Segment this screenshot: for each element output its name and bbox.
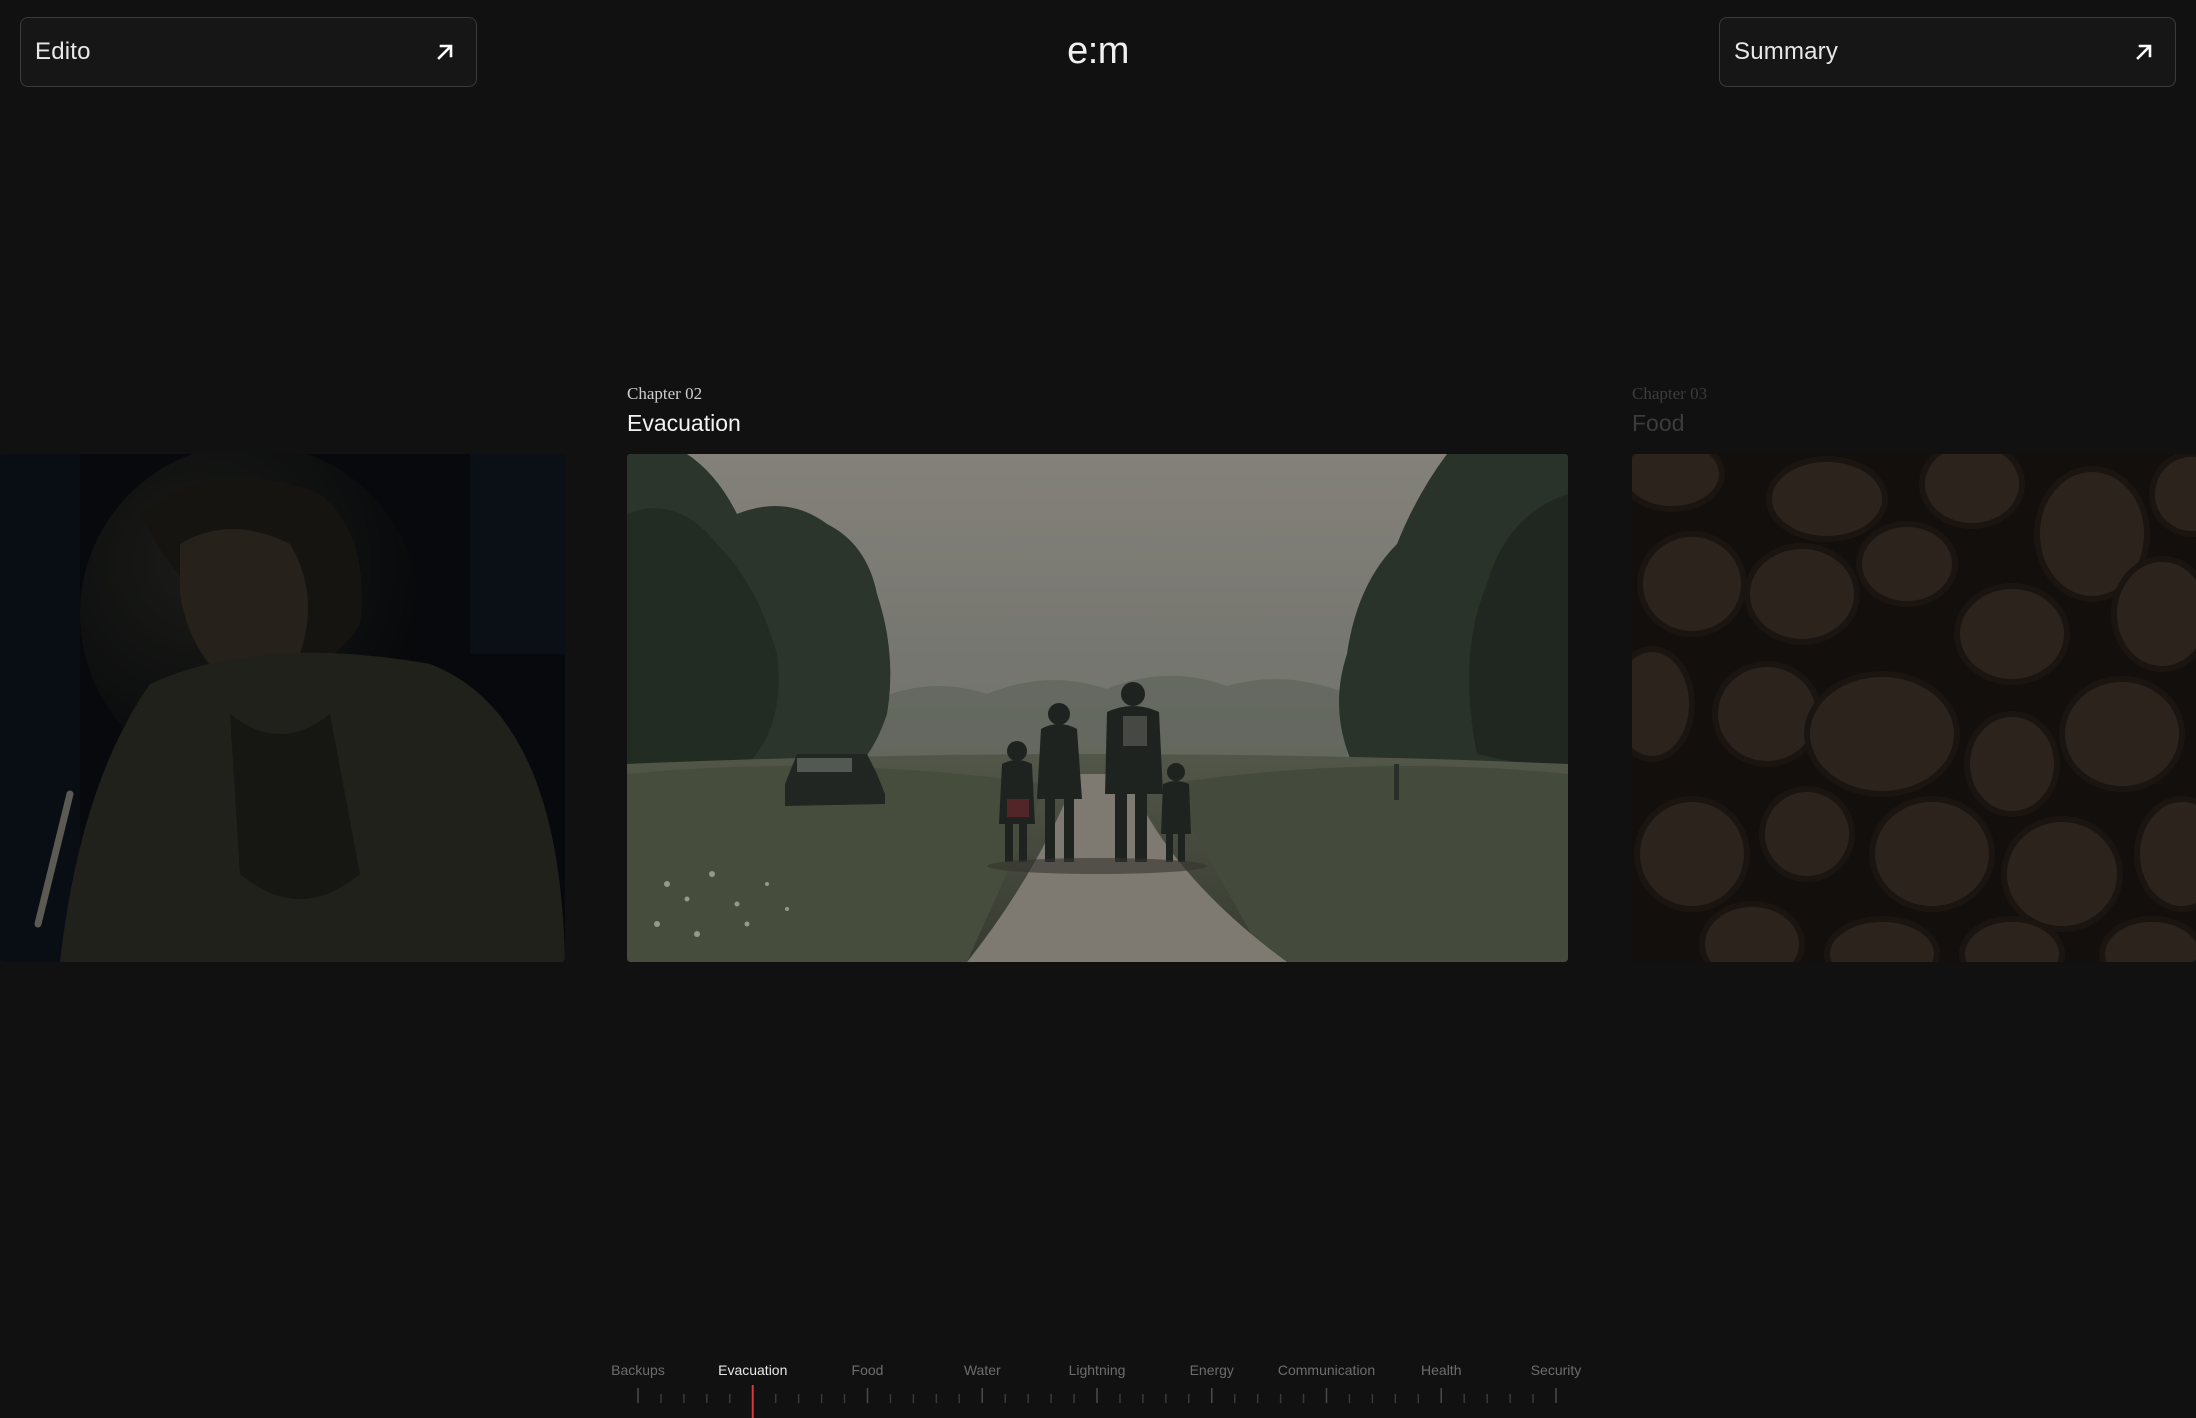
timeline-item-water[interactable]: Water: [964, 1362, 1001, 1378]
timeline-item-energy[interactable]: Energy: [1190, 1362, 1234, 1378]
timeline-item-backups[interactable]: Backups: [611, 1362, 665, 1378]
timeline-item-communication[interactable]: Communication: [1278, 1362, 1375, 1378]
chapter-card-evacuation[interactable]: [627, 454, 1568, 962]
page: Edito e:m Summary Chapter 02 Evacuation …: [0, 0, 2196, 1418]
chapter-number: Chapter 02: [627, 384, 703, 403]
timeline-item-security[interactable]: Security: [1531, 1362, 1582, 1378]
summary-button[interactable]: Summary: [1719, 17, 2176, 87]
chapter-image-food: [1632, 454, 2196, 962]
chapter-image-evacuation: [627, 454, 1568, 962]
timeline-ticks: [637, 1385, 1557, 1418]
chapter-card-backups[interactable]: [0, 454, 565, 962]
timeline-item-lightning[interactable]: Lightning: [1069, 1362, 1126, 1378]
timeline-item-food[interactable]: Food: [852, 1362, 884, 1378]
arrow-up-right-icon: [2136, 44, 2152, 60]
chapter-card-food[interactable]: [1632, 454, 2196, 962]
chapter-timeline[interactable]: Backups Evacuation Food Water Lightning Energ…: [0, 1355, 2196, 1418]
summary-button-label: Summary: [1734, 38, 1839, 65]
chapter-heading-food: Chapter 03 Food: [1632, 384, 1707, 437]
chapter-heading-evacuation: Chapter 02 Evacuation: [627, 384, 741, 437]
chapter-title: Food: [1632, 410, 1685, 436]
timeline-item-health[interactable]: Health: [1421, 1362, 1461, 1378]
chapter-image-backups: [0, 454, 565, 962]
timeline-item-evacuation[interactable]: Evacuation: [718, 1362, 787, 1378]
chapter-number: Chapter 03: [1632, 384, 1708, 403]
chapter-title: Evacuation: [627, 410, 741, 436]
